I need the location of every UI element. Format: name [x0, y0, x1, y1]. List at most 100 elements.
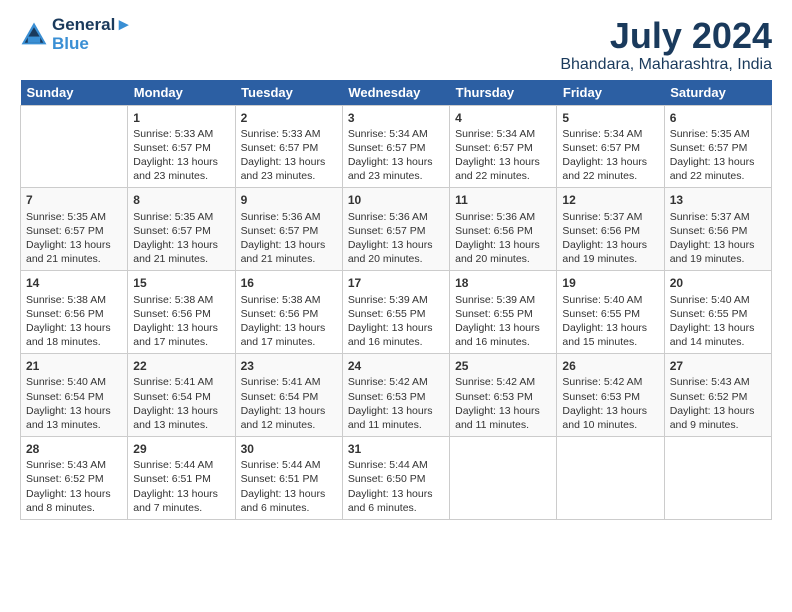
- cell-content-line: and 16 minutes.: [455, 335, 551, 349]
- cell-content-line: Sunset: 6:53 PM: [455, 390, 551, 404]
- header-day-friday: Friday: [557, 80, 664, 106]
- calendar-cell: 31Sunrise: 5:44 AMSunset: 6:50 PMDayligh…: [342, 437, 449, 520]
- cell-content-line: and 6 minutes.: [348, 501, 444, 515]
- cell-content-line: and 19 minutes.: [670, 252, 766, 266]
- cell-content-line: Sunset: 6:57 PM: [26, 224, 122, 238]
- cell-content-line: Sunrise: 5:42 AM: [348, 375, 444, 389]
- calendar-cell: 3Sunrise: 5:34 AMSunset: 6:57 PMDaylight…: [342, 105, 449, 188]
- cell-content-line: Daylight: 13 hours: [241, 321, 337, 335]
- cell-content-line: Daylight: 13 hours: [26, 487, 122, 501]
- header-day-sunday: Sunday: [21, 80, 128, 106]
- calendar-week-5: 28Sunrise: 5:43 AMSunset: 6:52 PMDayligh…: [21, 437, 772, 520]
- cell-content-line: and 16 minutes.: [348, 335, 444, 349]
- calendar-table: SundayMondayTuesdayWednesdayThursdayFrid…: [20, 80, 772, 520]
- cell-content-line: Daylight: 13 hours: [670, 238, 766, 252]
- calendar-cell: 21Sunrise: 5:40 AMSunset: 6:54 PMDayligh…: [21, 354, 128, 437]
- cell-content-line: and 11 minutes.: [348, 418, 444, 432]
- cell-content-line: Sunrise: 5:38 AM: [133, 293, 229, 307]
- cell-content-line: Daylight: 13 hours: [670, 155, 766, 169]
- cell-content-line: and 13 minutes.: [26, 418, 122, 432]
- day-number: 17: [348, 275, 444, 291]
- cell-content-line: and 21 minutes.: [241, 252, 337, 266]
- cell-content-line: Sunset: 6:57 PM: [562, 141, 658, 155]
- cell-content-line: Sunset: 6:53 PM: [562, 390, 658, 404]
- day-number: 28: [26, 441, 122, 457]
- day-number: 10: [348, 192, 444, 208]
- calendar-cell: 22Sunrise: 5:41 AMSunset: 6:54 PMDayligh…: [128, 354, 235, 437]
- calendar-cell: 11Sunrise: 5:36 AMSunset: 6:56 PMDayligh…: [450, 188, 557, 271]
- cell-content-line: and 15 minutes.: [562, 335, 658, 349]
- calendar-cell: [450, 437, 557, 520]
- cell-content-line: Sunrise: 5:42 AM: [455, 375, 551, 389]
- cell-content-line: Daylight: 13 hours: [348, 321, 444, 335]
- calendar-cell: 29Sunrise: 5:44 AMSunset: 6:51 PMDayligh…: [128, 437, 235, 520]
- day-number: 18: [455, 275, 551, 291]
- day-number: 31: [348, 441, 444, 457]
- calendar-week-4: 21Sunrise: 5:40 AMSunset: 6:54 PMDayligh…: [21, 354, 772, 437]
- cell-content-line: Sunrise: 5:40 AM: [670, 293, 766, 307]
- cell-content-line: Sunrise: 5:41 AM: [133, 375, 229, 389]
- calendar-cell: 28Sunrise: 5:43 AMSunset: 6:52 PMDayligh…: [21, 437, 128, 520]
- cell-content-line: Sunrise: 5:35 AM: [26, 210, 122, 224]
- cell-content-line: Sunset: 6:56 PM: [562, 224, 658, 238]
- cell-content-line: Sunset: 6:57 PM: [670, 141, 766, 155]
- day-number: 15: [133, 275, 229, 291]
- calendar-cell: 9Sunrise: 5:36 AMSunset: 6:57 PMDaylight…: [235, 188, 342, 271]
- cell-content-line: Daylight: 13 hours: [133, 404, 229, 418]
- cell-content-line: and 14 minutes.: [670, 335, 766, 349]
- cell-content-line: Sunset: 6:54 PM: [241, 390, 337, 404]
- calendar-cell: 15Sunrise: 5:38 AMSunset: 6:56 PMDayligh…: [128, 271, 235, 354]
- cell-content-line: Daylight: 13 hours: [348, 487, 444, 501]
- day-number: 8: [133, 192, 229, 208]
- cell-content-line: Daylight: 13 hours: [562, 238, 658, 252]
- cell-content-line: Sunset: 6:57 PM: [133, 224, 229, 238]
- cell-content-line: and 17 minutes.: [133, 335, 229, 349]
- day-number: 23: [241, 358, 337, 374]
- cell-content-line: and 22 minutes.: [562, 169, 658, 183]
- logo-text: General► Blue: [52, 16, 132, 53]
- calendar-cell: 17 Sunrise: 5:39 AMSunset: 6:55 PMDayligh…: [342, 271, 449, 354]
- cell-content-line: Daylight: 13 hours: [348, 155, 444, 169]
- subtitle: Bhandara, Maharashtra, India: [560, 56, 772, 74]
- calendar-cell: 25Sunrise: 5:42 AMSunset: 6:53 PMDayligh…: [450, 354, 557, 437]
- calendar-cell: 1Sunrise: 5:33 AMSunset: 6:57 PMDaylight…: [128, 105, 235, 188]
- day-number: 27: [670, 358, 766, 374]
- cell-content-line: and 22 minutes.: [455, 169, 551, 183]
- cell-content-line: Sunrise: 5:39 AM: [455, 293, 551, 307]
- calendar-cell: 5Sunrise: 5:34 AMSunset: 6:57 PMDaylight…: [557, 105, 664, 188]
- cell-content-line: Sunset: 6:55 PM: [348, 307, 444, 321]
- cell-content-line: Sunrise: 5:44 AM: [133, 458, 229, 472]
- cell-content-line: Sunrise: 5:43 AM: [26, 458, 122, 472]
- cell-content-line: Sunrise: 5:42 AM: [562, 375, 658, 389]
- cell-content-line: and 23 minutes.: [348, 169, 444, 183]
- cell-content-line: Sunset: 6:57 PM: [455, 141, 551, 155]
- cell-content-line: Daylight: 13 hours: [133, 487, 229, 501]
- cell-content-line: and 17 minutes.: [241, 335, 337, 349]
- calendar-week-3: 14Sunrise: 5:38 AMSunset: 6:56 PMDayligh…: [21, 271, 772, 354]
- cell-content-line: and 21 minutes.: [133, 252, 229, 266]
- calendar-cell: 27Sunrise: 5:43 AMSunset: 6:52 PMDayligh…: [664, 354, 771, 437]
- cell-content-line: Sunrise: 5:39 AM: [348, 293, 444, 307]
- cell-content-line: Daylight: 13 hours: [133, 321, 229, 335]
- cell-content-line: Daylight: 13 hours: [241, 238, 337, 252]
- calendar-cell: 24Sunrise: 5:42 AMSunset: 6:53 PMDayligh…: [342, 354, 449, 437]
- calendar-cell: 26Sunrise: 5:42 AMSunset: 6:53 PMDayligh…: [557, 354, 664, 437]
- calendar-cell: 19Sunrise: 5:40 AMSunset: 6:55 PMDayligh…: [557, 271, 664, 354]
- day-number: 29: [133, 441, 229, 457]
- main-title: July 2024: [560, 16, 772, 56]
- calendar-cell: 12Sunrise: 5:37 AMSunset: 6:56 PMDayligh…: [557, 188, 664, 271]
- cell-content-line: Daylight: 13 hours: [241, 155, 337, 169]
- calendar-cell: [21, 105, 128, 188]
- calendar-cell: 14Sunrise: 5:38 AMSunset: 6:56 PMDayligh…: [21, 271, 128, 354]
- calendar-week-2: 7Sunrise: 5:35 AMSunset: 6:57 PMDaylight…: [21, 188, 772, 271]
- cell-content-line: and 8 minutes.: [26, 501, 122, 515]
- cell-content-line: Sunset: 6:55 PM: [562, 307, 658, 321]
- cell-content-line: Daylight: 13 hours: [133, 238, 229, 252]
- cell-content-line: Sunset: 6:50 PM: [348, 472, 444, 486]
- cell-content-line: Daylight: 13 hours: [26, 321, 122, 335]
- cell-content-line: Daylight: 13 hours: [348, 238, 444, 252]
- day-number: 7: [26, 192, 122, 208]
- cell-content-line: Sunset: 6:57 PM: [241, 224, 337, 238]
- cell-content-line: and 10 minutes.: [562, 418, 658, 432]
- header-day-tuesday: Tuesday: [235, 80, 342, 106]
